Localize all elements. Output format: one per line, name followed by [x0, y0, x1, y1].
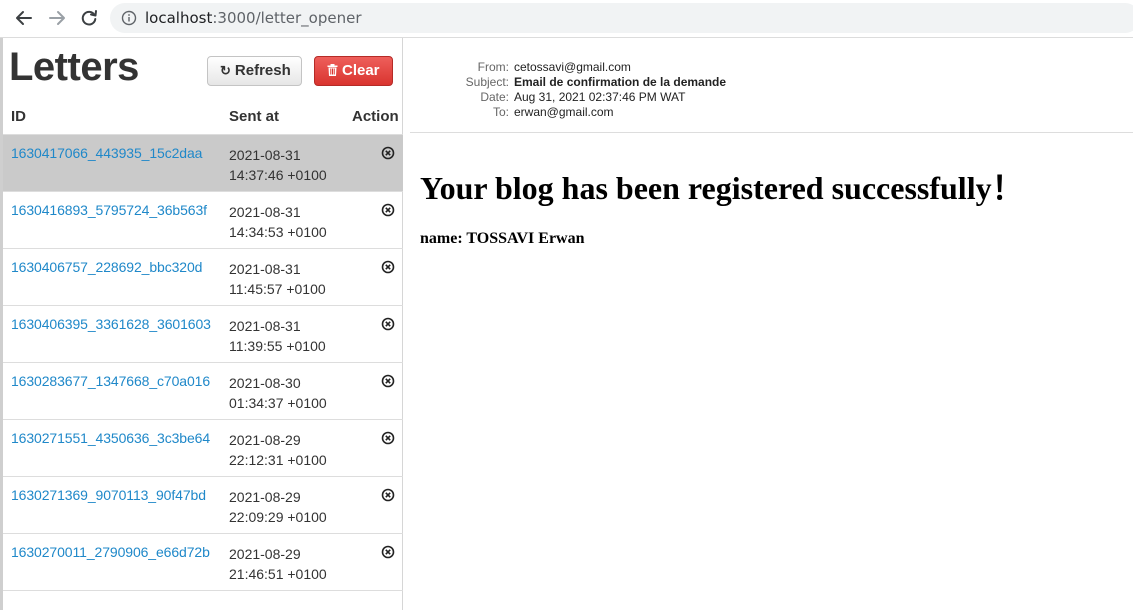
delete-icon[interactable]	[381, 374, 395, 388]
table-row[interactable]: 1630417066_443935_15c2daa 2021-08-31 14:3…	[3, 135, 403, 192]
sent-date: 2021-08-29	[229, 432, 301, 448]
table-row[interactable]: 1630271551_4350636_3c3be64 2021-08-29 22:…	[3, 420, 403, 477]
sent-at: 2021-08-29 21:46:51 +0100	[229, 544, 327, 584]
trash-icon	[327, 57, 338, 85]
body-name-line: name: TOSSAVI Erwan	[420, 230, 585, 247]
date-value: Aug 31, 2021 02:37:46 PM WAT	[514, 90, 686, 104]
letters-table: 1630417066_443935_15c2daa 2021-08-31 14:3…	[3, 135, 403, 591]
table-row[interactable]: 1630416893_5795724_36b563f 2021-08-31 14:…	[3, 192, 403, 249]
sent-time: 14:37:46 +0100	[229, 167, 327, 183]
to-label: To:	[492, 105, 509, 119]
sent-time: 01:34:37 +0100	[229, 395, 327, 411]
refresh-icon: ↻	[220, 63, 231, 78]
letter-id-link[interactable]: 1630283677_1347668_c70a016	[11, 373, 210, 389]
table-row[interactable]: 1630283677_1347668_c70a016 2021-08-30 01:…	[3, 363, 403, 420]
sent-time: 11:39:55 +0100	[229, 338, 326, 354]
column-id: ID	[11, 108, 26, 125]
url-text[interactable]: localhost:3000/letter_opener	[145, 9, 362, 27]
sent-at: 2021-08-31 11:39:55 +0100	[229, 316, 326, 356]
sent-date: 2021-08-30	[229, 375, 301, 391]
delete-icon[interactable]	[381, 203, 395, 217]
url-path: :3000/letter_opener	[212, 9, 362, 27]
subject-label: Subject:	[465, 75, 509, 89]
letter-id-link[interactable]: 1630406395_3361628_3601603	[11, 316, 211, 332]
delete-icon[interactable]	[381, 431, 395, 445]
table-row[interactable]: 1630270011_2790906_e66d72b 2021-08-29 21:…	[3, 534, 403, 591]
column-action: Action	[352, 108, 399, 125]
reload-icon[interactable]	[79, 8, 99, 28]
delete-icon[interactable]	[381, 545, 395, 559]
letter-id-link[interactable]: 1630271551_4350636_3c3be64	[11, 430, 210, 446]
forward-arrow-icon[interactable]	[47, 8, 67, 28]
table-row[interactable]: 1630271369_9070113_90f47bd 2021-08-29 22:…	[3, 477, 403, 534]
to-value: erwan@gmail.com	[514, 105, 614, 119]
table-row[interactable]: 1630406757_228692_bbc320d 2021-08-31 11:4…	[3, 249, 403, 306]
sent-at: 2021-08-29 22:12:31 +0100	[229, 430, 327, 470]
letters-sidebar: Letters ↻ Refresh Clear ID Sent at Action…	[0, 38, 403, 610]
letter-id-link[interactable]: 1630417066_443935_15c2daa	[11, 145, 202, 161]
body-heading: Your blog has been registered successful…	[420, 170, 1024, 206]
delete-icon[interactable]	[381, 317, 395, 331]
sent-time: 22:12:31 +0100	[229, 452, 327, 468]
address-bar[interactable]: localhost:3000/letter_opener	[110, 3, 1133, 33]
letter-id-link[interactable]: 1630416893_5795724_36b563f	[11, 202, 207, 218]
refresh-button[interactable]: ↻ Refresh	[207, 56, 302, 86]
table-header: ID Sent at Action	[3, 106, 403, 135]
sent-at: 2021-08-29 22:09:29 +0100	[229, 487, 327, 527]
sent-at: 2021-08-31 14:37:46 +0100	[229, 145, 327, 185]
delete-icon[interactable]	[381, 260, 395, 274]
letter-id-link[interactable]: 1630406757_228692_bbc320d	[11, 259, 202, 275]
info-icon[interactable]	[121, 10, 137, 26]
email-headers: From: cetossavi@gmail.com Subject: Email…	[410, 38, 1133, 133]
subject-value: Email de confirmation de la demande	[514, 75, 727, 89]
sent-time: 11:45:57 +0100	[229, 281, 326, 297]
clear-button[interactable]: Clear	[314, 56, 393, 86]
delete-icon[interactable]	[381, 488, 395, 502]
from-label: From:	[477, 60, 509, 74]
delete-icon[interactable]	[381, 146, 395, 160]
column-sent-at: Sent at	[229, 108, 280, 125]
sent-date: 2021-08-31	[229, 318, 301, 334]
sent-at: 2021-08-30 01:34:37 +0100	[229, 373, 327, 413]
sent-date: 2021-08-31	[229, 147, 301, 163]
sent-time: 21:46:51 +0100	[229, 566, 327, 582]
clear-label: Clear	[342, 62, 380, 79]
url-host: localhost	[145, 9, 213, 27]
sent-date: 2021-08-31	[229, 261, 301, 277]
sent-time: 22:09:29 +0100	[229, 509, 327, 525]
date-label: Date:	[480, 90, 509, 104]
back-arrow-icon[interactable]	[14, 8, 34, 28]
browser-toolbar: localhost:3000/letter_opener	[0, 0, 1133, 38]
sent-at: 2021-08-31 11:45:57 +0100	[229, 259, 326, 299]
sent-date: 2021-08-29	[229, 489, 301, 505]
sent-date: 2021-08-29	[229, 546, 301, 562]
letter-id-link[interactable]: 1630271369_9070113_90f47bd	[11, 487, 206, 503]
sent-time: 14:34:53 +0100	[229, 224, 327, 240]
letter-id-link[interactable]: 1630270011_2790906_e66d72b	[11, 544, 210, 560]
sent-date: 2021-08-31	[229, 204, 301, 220]
page-title: Letters	[9, 45, 139, 89]
email-preview: From: cetossavi@gmail.com Subject: Email…	[404, 38, 1133, 610]
refresh-label: Refresh	[234, 62, 291, 79]
sent-at: 2021-08-31 14:34:53 +0100	[229, 202, 327, 242]
from-value: cetossavi@gmail.com	[514, 60, 631, 74]
table-row[interactable]: 1630406395_3361628_3601603 2021-08-31 11:…	[3, 306, 403, 363]
